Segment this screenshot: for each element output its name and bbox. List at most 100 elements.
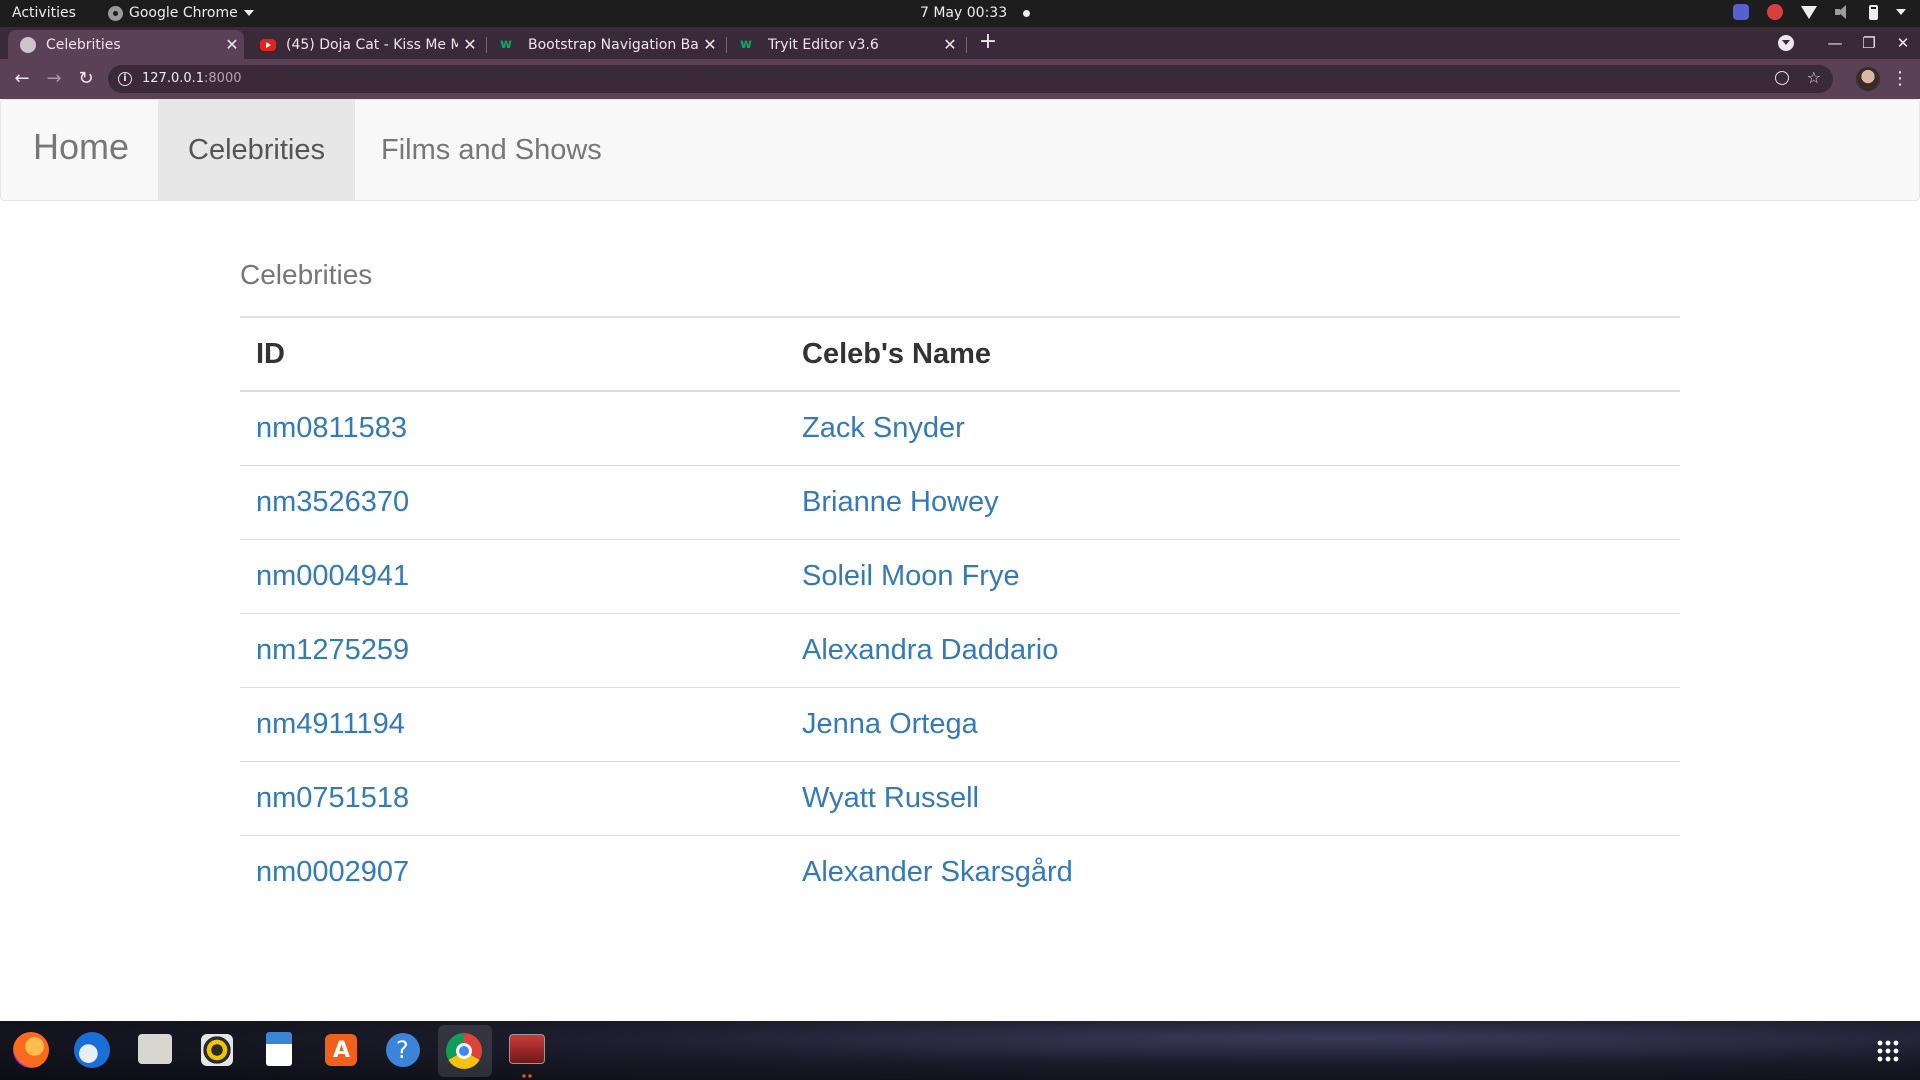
close-window-icon[interactable]: ✕	[1886, 34, 1920, 52]
nav-item-celebrities[interactable]: Celebrities	[158, 100, 355, 200]
celeb-name-link[interactable]: Alexander Skarsgård	[802, 856, 1073, 888]
table-row: nm1275259 Alexandra Daddario	[240, 613, 1680, 688]
battery-icon	[1869, 4, 1878, 20]
table-cell-name: Jenna Ortega	[786, 687, 1680, 762]
system-tray[interactable]	[1733, 4, 1906, 20]
celeb-id-link[interactable]: nm0002907	[256, 856, 409, 888]
site-info-icon[interactable]: i	[118, 72, 132, 86]
url-text[interactable]: 127.0.0.1:8000	[142, 71, 242, 86]
main-content: Celebrities ID Celeb's Name nm0811583 Za…	[240, 259, 1680, 909]
celeb-name-link[interactable]: Soleil Moon Frye	[802, 560, 1020, 592]
help-icon[interactable]: ?	[383, 1030, 423, 1070]
youtube-icon	[260, 38, 276, 51]
thunderbird-icon[interactable]	[72, 1030, 112, 1070]
tab-search-icon[interactable]	[1778, 35, 1794, 51]
clock[interactable]: 7 May 00:33	[920, 5, 1031, 21]
table-cell-name: Alexandra Daddario	[786, 613, 1680, 688]
profile-avatar[interactable]	[1856, 67, 1880, 91]
celeb-name-link[interactable]: Jenna Ortega	[802, 708, 978, 740]
help-glyph: ?	[396, 1036, 409, 1064]
chrome-small-icon	[108, 5, 123, 21]
chevron-down-icon	[243, 10, 254, 16]
files-icon[interactable]	[135, 1030, 175, 1070]
libreoffice-writer-icon[interactable]	[259, 1030, 299, 1070]
firefox-icon[interactable]	[11, 1030, 51, 1070]
table-row: nm0002907 Alexander Skarsgård	[240, 835, 1680, 909]
close-tab-icon[interactable]: ✕	[698, 35, 722, 54]
teams-icon[interactable]	[1733, 4, 1749, 20]
celeb-id-link[interactable]: nm1275259	[256, 634, 409, 666]
browser-toolbar: ← → ↻ i 127.0.0.1:8000 ☆ ⋮	[0, 59, 1920, 99]
celeb-name-link[interactable]: Zack Snyder	[802, 412, 965, 444]
w3schools-icon: w	[740, 37, 753, 52]
rhythmbox-icon[interactable]	[197, 1030, 237, 1070]
app-menu-label: Google Chrome	[129, 5, 238, 21]
celeb-id-link[interactable]: nm0004941	[256, 560, 409, 592]
tab-separator	[486, 37, 487, 53]
close-tab-icon[interactable]: ✕	[220, 35, 244, 54]
column-header-id: ID	[240, 317, 786, 392]
system-menu-arrow-icon[interactable]	[1896, 9, 1906, 15]
activities-button[interactable]: Activities	[12, 5, 76, 21]
celeb-name-link[interactable]: Alexandra Daddario	[802, 634, 1058, 666]
navbar-brand-home[interactable]: Home	[33, 126, 129, 168]
close-tab-icon[interactable]: ✕	[458, 35, 482, 54]
software-center-icon[interactable]: A	[321, 1030, 361, 1070]
browser-tab-celebrities[interactable]: Celebrities ✕	[8, 30, 244, 59]
w3schools-icon: w	[500, 37, 513, 52]
nav-item-films-and-shows[interactable]: Films and Shows	[351, 100, 632, 200]
table-cell-name: Brianne Howey	[786, 465, 1680, 540]
table-row: nm0811583 Zack Snyder	[240, 391, 1680, 466]
site-navbar: Home Celebrities Films and Shows	[0, 99, 1920, 201]
wifi-icon	[1801, 5, 1817, 19]
address-bar[interactable]: i 127.0.0.1:8000 ☆	[108, 65, 1833, 93]
celeb-id-link[interactable]: nm3526370	[256, 486, 409, 518]
celeb-name-link[interactable]: Brianne Howey	[802, 486, 999, 518]
table-cell-name: Zack Snyder	[786, 391, 1680, 466]
close-tab-icon[interactable]: ✕	[938, 35, 962, 54]
celeb-id-link[interactable]: nm0811583	[256, 412, 407, 444]
bookmark-star-icon[interactable]: ☆	[1807, 68, 1821, 87]
table-cell-name: Wyatt Russell	[786, 761, 1680, 836]
web-page: Home Celebrities Films and Shows Celebri…	[0, 99, 1920, 1021]
table-cell-id: nm0004941	[240, 539, 786, 614]
terminal-icon[interactable]	[507, 1030, 547, 1070]
globe-icon	[20, 36, 36, 53]
minimize-icon[interactable]: —	[1818, 34, 1852, 52]
reload-icon[interactable]: ↻	[72, 67, 100, 91]
tab-title: Tryit Editor v3.6	[768, 36, 879, 53]
app-menu[interactable]: Google Chrome	[108, 5, 254, 21]
table-row: nm3526370 Brianne Howey	[240, 465, 1680, 540]
forward-arrow-icon[interactable]: →	[40, 67, 68, 91]
more-menu-icon[interactable]: ⋮	[1890, 67, 1910, 91]
table-cell-id: nm1275259	[240, 613, 786, 688]
clock-label: 7 May 00:33	[920, 5, 1008, 21]
page-title: Celebrities	[240, 259, 373, 290]
column-header-name: Celeb's Name	[786, 317, 1680, 392]
zoom-icon[interactable]	[1775, 71, 1789, 85]
celeb-id-link[interactable]: nm0751518	[256, 782, 409, 814]
tab-separator	[726, 37, 727, 53]
chrome-icon[interactable]	[438, 1025, 492, 1077]
new-tab-button[interactable]: +	[976, 31, 1000, 55]
window-controls: — ❐ ✕	[1766, 27, 1920, 59]
tab-title: Bootstrap Navigation Bar	[528, 36, 698, 53]
celeb-id-link[interactable]: nm4911194	[256, 708, 405, 740]
screen-recorder-icon[interactable]	[1767, 4, 1783, 20]
table-cell-id: nm0751518	[240, 761, 786, 836]
table-cell-name: Alexander Skarsgård	[786, 835, 1680, 909]
celeb-name-link[interactable]: Wyatt Russell	[802, 782, 979, 814]
table-header-row: ID Celeb's Name	[240, 317, 1680, 392]
volume-icon	[1835, 5, 1851, 19]
celebrities-table: ID Celeb's Name nm0811583 Zack Snyder nm…	[240, 316, 1680, 909]
browser-tab-tryit[interactable]: w Tryit Editor v3.6 ✕	[728, 30, 962, 59]
tab-separator	[966, 37, 967, 53]
tab-title: Celebrities	[46, 36, 121, 53]
restore-icon[interactable]: ❐	[1852, 34, 1886, 52]
browser-tab-youtube[interactable]: (45) Doja Cat - Kiss Me Mo ✕	[248, 30, 482, 59]
browser-tab-bootstrap[interactable]: w Bootstrap Navigation Bar ✕	[488, 30, 722, 59]
back-arrow-icon[interactable]: ←	[8, 67, 36, 91]
show-applications-icon[interactable]	[1876, 1039, 1900, 1063]
table-cell-name: Soleil Moon Frye	[786, 539, 1680, 614]
table-row: nm4911194 Jenna Ortega	[240, 687, 1680, 762]
